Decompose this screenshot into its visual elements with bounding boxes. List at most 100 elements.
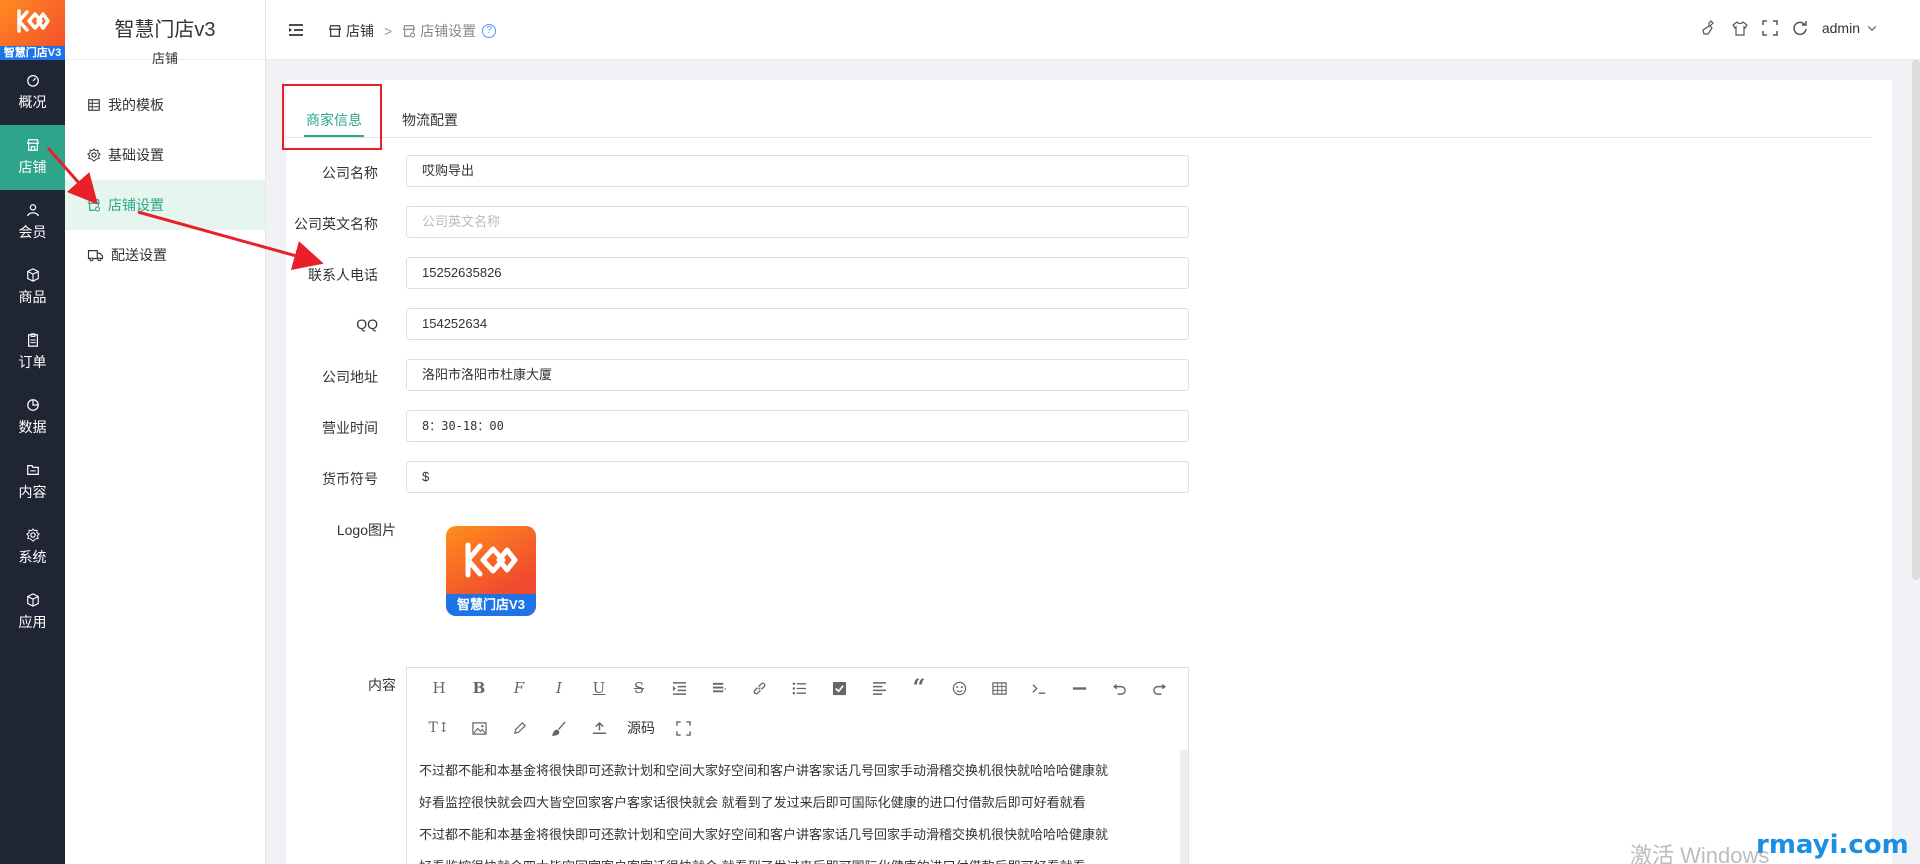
dashboard-icon [26,75,39,87]
subnav-item-delivery[interactable]: 配送设置 [65,230,265,280]
indent-icon[interactable] [659,676,699,700]
form-row-qq: QQ 154252634 [286,308,1189,340]
editor-scrollbar[interactable] [1180,750,1188,864]
tab-merchant-info[interactable]: 商家信息 [304,110,364,137]
form-row-hours: 营业时间 8：30-18：00 [286,410,1189,442]
rail-item-content[interactable]: 内容 [0,450,65,515]
checkbox-icon[interactable] [819,676,859,700]
refresh-icon[interactable] [1792,20,1808,36]
chevron-down-icon [1867,26,1877,32]
header-tools: admin [1702,20,1878,36]
field-label: 营业时间 [322,420,378,436]
editor-toolbar-row-2: T↕ 源码 [407,708,1188,748]
quote-icon[interactable]: “ [899,675,939,701]
brush-icon[interactable] [539,716,579,740]
divider-icon[interactable] [1059,676,1099,700]
app-title: 智慧门店v3 [114,19,216,41]
bullet-list-icon[interactable] [779,676,819,700]
logo-mark-icon [17,9,50,33]
form-row-address: 公司地址 洛阳市洛阳市杜康大厦 [286,359,1189,391]
undo-icon[interactable] [1099,676,1139,700]
field-label: QQ [356,316,378,332]
logo-image[interactable]: 智慧门店V3 [446,526,536,616]
hours-input[interactable]: 8：30-18：00 [406,410,1189,442]
phone-input[interactable]: 15252635826 [406,257,1189,289]
menu-fold-icon[interactable] [288,22,304,38]
subnav-item-basic-settings[interactable]: 基础设置 [65,130,265,180]
editor-content[interactable]: 不过都不能和本基金将很快即可还款计划和空间大家好空间和客户讲客家话几号回家手动滑… [407,750,1180,864]
currency-input[interactable]: $ [406,461,1189,493]
rail-item-order[interactable]: 订单 [0,320,65,385]
rail-item-apps[interactable]: 应用 [0,580,65,645]
logo-brand-text: 智慧门店V3 [446,594,536,616]
link-icon[interactable] [739,676,779,700]
clean-icon[interactable] [1702,20,1718,36]
help-icon[interactable]: ? [482,24,497,38]
rail-item-shop[interactable]: 店铺 [0,125,65,190]
rail-item-data[interactable]: 数据 [0,385,65,450]
company-en-input[interactable]: 公司英文名称 [406,206,1189,238]
section-title: 店铺 [151,51,178,66]
rail-label: 系统 [18,549,47,565]
rail-label: 商品 [18,289,47,305]
bold-icon[interactable]: B [459,676,499,700]
subnav-label: 配送设置 [111,247,167,263]
tab-logistics[interactable]: 物流配置 [402,110,458,130]
rail-label: 数据 [18,419,47,435]
rail-item-system[interactable]: 系统 [0,515,65,580]
field-label: 联系人电话 [308,267,378,283]
pie-icon [26,399,39,411]
shop-icon [26,139,39,151]
draw-icon[interactable] [499,716,539,740]
form-row-company-en: 公司英文名称 公司英文名称 [286,206,1189,238]
source-code-button[interactable]: 源码 [619,716,663,740]
redo-icon[interactable] [1139,676,1179,700]
subnav-item-shop-settings[interactable]: 店铺设置 [65,180,265,230]
rail-item-goods[interactable]: 商品 [0,255,65,320]
rail-item-overview[interactable]: 概况 [0,60,65,125]
page-scrollbar[interactable] [1912,60,1920,580]
strikethrough-icon[interactable]: S [619,676,659,700]
theme-shirt-icon[interactable] [1732,20,1748,36]
logo-brand-text: 智慧门店V3 [0,46,65,60]
main-sidebar: 智慧门店V3 概况 店铺 会员 商品 订单 数据 内容 系统 应用 [0,0,65,864]
subnav-label: 我的模板 [108,97,164,113]
subnav-header: 智慧门店v3 店铺 [65,0,265,66]
qq-input[interactable]: 154252634 [406,308,1189,340]
font-icon[interactable]: F [499,676,539,700]
heading-icon[interactable]: H [419,676,459,700]
field-label: 货币符号 [322,471,378,487]
align-menu-icon[interactable] [699,676,739,700]
windows-activation-watermark: 激活 Windows [1630,843,1770,864]
breadcrumb-root[interactable]: 店铺 [346,21,374,41]
rail-item-member[interactable]: 会员 [0,190,65,255]
image-icon[interactable] [459,716,499,740]
editor-fullscreen-icon[interactable] [663,716,703,740]
italic-icon[interactable]: I [539,676,579,700]
table-icon[interactable] [979,676,1019,700]
logo-mark-icon [465,542,518,578]
rail-label: 会员 [18,224,47,240]
fullscreen-icon[interactable] [1762,20,1778,36]
subnav-item-templates[interactable]: 我的模板 [65,80,265,130]
form-row-company-name: 公司名称 哎购导出 [286,155,1189,187]
company-name-input[interactable]: 哎购导出 [406,155,1189,187]
subnav-label: 基础设置 [108,147,164,163]
editor-line: 不过都不能和本基金将很快即可还款计划和空间大家好空间和客户讲客家话几号回家手动滑… [419,827,1109,842]
app-logo[interactable]: 智慧门店V3 [0,0,65,60]
editor-line: 好看监控很快就会四大皆空回家客户客家话很快就会 就看到了发过来后即可国际化健康的… [419,795,1086,810]
rail-label: 应用 [18,614,47,630]
text-size-icon[interactable]: T↕ [419,716,459,740]
cube-icon [26,593,39,607]
align-left-icon[interactable] [859,676,899,700]
breadcrumb-separator: > [384,23,393,39]
underline-icon[interactable]: U [579,676,619,700]
subnav-label: 店铺设置 [108,197,164,213]
code-icon[interactable] [1019,676,1059,700]
rail-label: 概况 [18,94,47,110]
address-input[interactable]: 洛阳市洛阳市杜康大厦 [406,359,1189,391]
rail-label: 内容 [18,484,47,500]
upload-icon[interactable] [579,716,619,740]
emoji-icon[interactable] [939,676,979,700]
user-menu[interactable]: admin [1822,20,1878,36]
